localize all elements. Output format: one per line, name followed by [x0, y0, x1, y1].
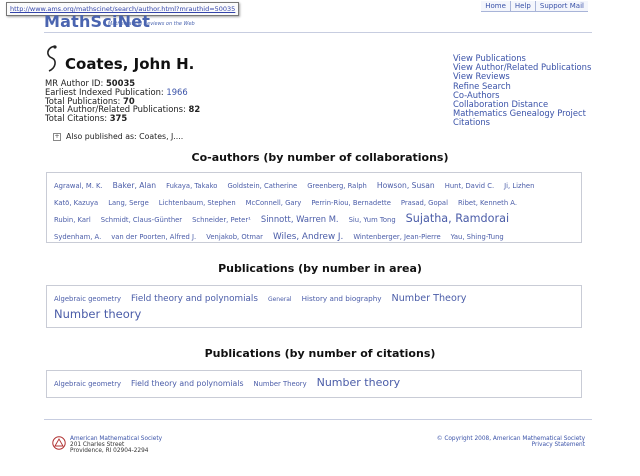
header-divider: [44, 32, 592, 33]
coauthor-link[interactable]: Rubin, Karl: [54, 213, 91, 227]
coauthor-link[interactable]: Hunt, David C.: [445, 179, 494, 193]
coauthor-link[interactable]: Fukaya, Takako: [166, 179, 217, 193]
footer-legal: © Copyright 2008, American Mathematical …: [437, 436, 585, 449]
ams-city: Providence, RI 02904-2294: [70, 448, 149, 454]
areas-cloud: Algebraic geometry Field theory and polyn…: [46, 285, 582, 328]
expand-icon[interactable]: +: [53, 133, 61, 141]
coauthor-link[interactable]: Lang, Serge: [108, 196, 149, 210]
coauthor-link[interactable]: Howson, Susan: [377, 179, 435, 193]
support-mail-link[interactable]: Support Mail: [534, 1, 588, 12]
coauthor-link[interactable]: Ribet, Kenneth A.: [458, 196, 517, 210]
coauthor-link[interactable]: Katō, Kazuya: [54, 196, 98, 210]
citation-area-link[interactable]: Field theory and polynomials: [131, 377, 243, 391]
header-links: Home Help Support Mail: [481, 1, 588, 12]
total-citations-label: Total Citations:: [45, 113, 108, 124]
coauthor-link[interactable]: Schmidt, Claus-Günther: [101, 213, 182, 227]
author-info: MR Author ID: 50035 Earliest Indexed Pub…: [45, 79, 200, 123]
cloud-row: Sydenham, A. van der Poorten, Alfred J. Ve…: [54, 227, 574, 244]
total-related-value: 82: [188, 104, 201, 115]
total-citations-row: Total Citations: 375: [45, 114, 200, 123]
ams-logo-icon: [52, 436, 66, 450]
areas-title: Publications (by number in area): [218, 262, 422, 275]
coauthor-link[interactable]: Wiles, Andrew J.: [273, 230, 343, 244]
coauthor-link[interactable]: Venjakob, Otmar: [206, 230, 263, 244]
cloud-row: Algebraic geometry Field theory and polyn…: [54, 374, 574, 391]
author-actions: View Publications View Author/Related Pu…: [453, 53, 591, 128]
cloud-row: Algebraic geometry Field theory and polyn…: [54, 289, 574, 306]
coauthor-link[interactable]: McConnell, Gary: [246, 196, 302, 210]
area-link[interactable]: General: [268, 293, 292, 306]
citation-area-link[interactable]: Algebraic geometry: [54, 377, 121, 391]
logo-subtitle: Mathematical Reviews on the Web: [108, 21, 195, 27]
total-citations-value: 375: [109, 113, 128, 124]
coauthor-link[interactable]: Schneider, Peter¹: [192, 213, 251, 227]
coauthor-link[interactable]: Prasad, Gopal: [401, 196, 448, 210]
coauthor-link[interactable]: Greenberg, Ralph: [307, 179, 367, 193]
home-link[interactable]: Home: [481, 1, 510, 12]
coauthor-link[interactable]: van der Poorten, Alfred J.: [111, 230, 196, 244]
coauthor-link[interactable]: Goldstein, Catherine: [227, 179, 297, 193]
author-name: Coates, John H.: [65, 55, 195, 73]
coauthor-link[interactable]: Sydenham, A.: [54, 230, 101, 244]
privacy-statement-link[interactable]: Privacy Statement: [437, 442, 585, 448]
area-link[interactable]: Algebraic geometry: [54, 293, 121, 306]
coauthors-cloud: Agrawal, M. K. Baker, Alan Fukaya, Takako G…: [46, 172, 582, 243]
also-published-text: Also published as: Coates, J....: [66, 132, 184, 141]
coauthor-link[interactable]: Lichtenbaum, Stephen: [159, 196, 236, 210]
coauthor-link[interactable]: Siu, Yum Tong: [349, 213, 396, 227]
coauthor-link[interactable]: Sinnott, Warren M.: [261, 212, 339, 226]
coauthor-link[interactable]: Yau, Shing-Tung: [451, 230, 504, 244]
earliest-publication-link[interactable]: 1966: [166, 87, 187, 97]
cloud-row: Number theory: [54, 306, 574, 321]
coauthor-link[interactable]: Wintenberger, Jean-Pierre: [353, 230, 440, 244]
coauthor-link[interactable]: Agrawal, M. K.: [54, 179, 103, 193]
also-published[interactable]: + Also published as: Coates, J....: [53, 132, 183, 141]
area-link[interactable]: Number theory: [54, 308, 141, 321]
area-link[interactable]: Field theory and polynomials: [131, 293, 258, 306]
coauthor-link[interactable]: Perrin-Riou, Bernadette: [311, 196, 391, 210]
help-link[interactable]: Help: [509, 1, 535, 12]
area-link[interactable]: History and biography: [302, 292, 382, 305]
coauthor-link[interactable]: Baker, Alan: [113, 179, 156, 193]
cloud-row: Katō, Kazuya Lang, Serge Lichtenbaum, Step…: [54, 193, 574, 210]
citations-title: Publications (by number of citations): [204, 347, 436, 360]
citation-area-link[interactable]: Number Theory: [254, 377, 307, 391]
area-link[interactable]: Number Theory: [392, 292, 467, 305]
coauthor-link[interactable]: Ji, Lizhen: [504, 179, 534, 193]
citation-area-link[interactable]: Number theory: [317, 376, 401, 390]
footer-divider: [44, 419, 592, 420]
citations-cloud: Algebraic geometry Field theory and polyn…: [46, 370, 582, 398]
coauthor-link[interactable]: Sujatha, Ramdorai: [406, 212, 509, 226]
citations-link[interactable]: Citations: [453, 118, 591, 127]
cloud-row: Agrawal, M. K. Baker, Alan Fukaya, Takako G…: [54, 176, 574, 193]
ams-address: American Mathematical Society 201 Charle…: [70, 436, 162, 454]
cloud-row: Rubin, Karl Schmidt, Claus-Günther Schneid…: [54, 210, 574, 227]
coauthors-title: Co-authors (by number of collaborations): [191, 151, 449, 164]
ornament-icon: [47, 45, 57, 72]
